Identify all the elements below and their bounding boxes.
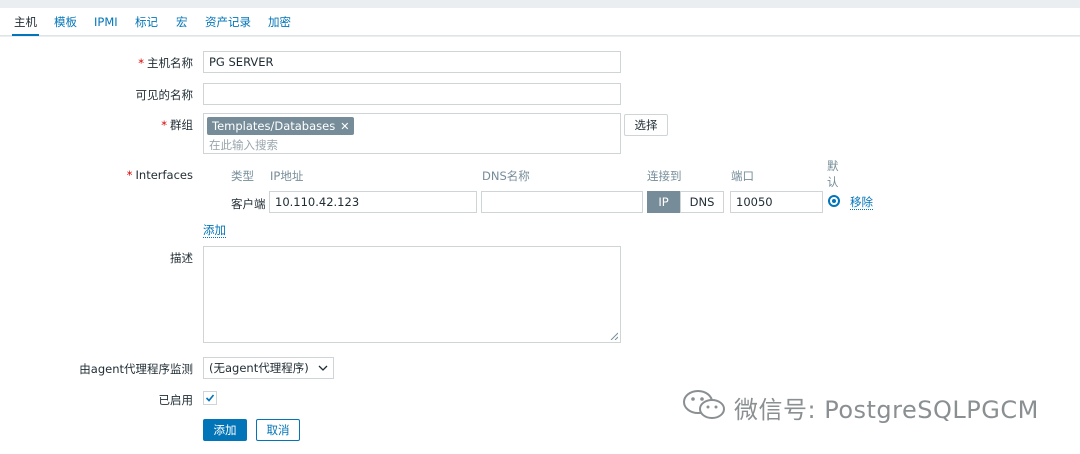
- groups-select-button[interactable]: 选择: [624, 114, 668, 136]
- group-chip: Templates/Databases ✕: [207, 117, 355, 135]
- chip-remove-icon[interactable]: ✕: [340, 120, 349, 133]
- tab-ipmi[interactable]: IPMI: [92, 8, 120, 36]
- interface-type: 客户端: [231, 197, 266, 211]
- interface-ip-input[interactable]: [269, 191, 477, 213]
- wechat-logo-icon: [683, 390, 725, 419]
- group-chip-label: Templates/Databases: [212, 119, 336, 133]
- groups-multiselect[interactable]: Templates/Databases ✕ 在此输入搜索: [203, 113, 621, 154]
- cancel-button[interactable]: 取消: [256, 419, 300, 441]
- tab-templates[interactable]: 模板: [52, 8, 79, 36]
- interfaces-header-connect: 连接到: [647, 169, 682, 183]
- groups-label: * 群组: [161, 118, 193, 132]
- description-label: 描述: [170, 251, 193, 265]
- enabled-label: 已启用: [158, 393, 194, 407]
- add-interface-link[interactable]: 添加: [203, 223, 226, 238]
- default-interface-radio[interactable]: [828, 195, 840, 207]
- interface-dns-input[interactable]: [481, 191, 643, 213]
- connect-dns-toggle[interactable]: DNS: [680, 191, 724, 213]
- host-name-label: * 主机名称: [138, 56, 193, 70]
- proxy-label: 由agent代理程序监测: [79, 362, 193, 376]
- enabled-checkbox[interactable]: [203, 391, 217, 405]
- connect-ip-toggle[interactable]: IP: [647, 191, 680, 213]
- interfaces-header-ip: IP地址: [270, 169, 304, 183]
- tab-encryption[interactable]: 加密: [266, 8, 293, 36]
- required-marker: *: [126, 168, 133, 182]
- required-marker: *: [138, 56, 144, 70]
- chevron-down-icon: [318, 365, 328, 371]
- required-marker: *: [161, 118, 167, 132]
- interfaces-header-port: 端口: [731, 169, 754, 183]
- interfaces-header-default: 默认: [827, 159, 839, 189]
- host-name-input[interactable]: [203, 51, 621, 73]
- tab-tags[interactable]: 标记: [133, 8, 160, 36]
- page: 主机 模板 IPMI 标记 宏 资产记录 加密 *主机名称 可见的名称 *群组 …: [0, 0, 1080, 454]
- resize-grip-icon[interactable]: [610, 332, 618, 340]
- proxy-select-value: (无agent代理程序): [209, 361, 309, 375]
- tab-macros[interactable]: 宏: [174, 8, 190, 36]
- proxy-select[interactable]: (无agent代理程序): [203, 357, 334, 379]
- watermark-text: 微信号: PostgreSQLPGCM: [734, 396, 1039, 424]
- tab-inventory[interactable]: 资产记录: [203, 8, 253, 36]
- visible-name-label: 可见的名称: [135, 88, 194, 102]
- interfaces-header-dns: DNS名称: [482, 169, 530, 183]
- top-strip: [0, 0, 1080, 8]
- add-button[interactable]: 添加: [203, 419, 247, 441]
- wechat-watermark: 微信号: PostgreSQLPGCM: [680, 384, 1070, 424]
- interface-port-input[interactable]: [730, 191, 823, 213]
- interfaces-header-type: 类型: [231, 169, 254, 183]
- checkmark-icon: [205, 394, 215, 402]
- interfaces-label: * Interfaces: [126, 168, 193, 182]
- tab-bar: 主机 模板 IPMI 标记 宏 资产记录 加密: [0, 8, 1080, 36]
- groups-search-placeholder[interactable]: 在此输入搜索: [209, 137, 278, 153]
- description-textarea[interactable]: [203, 246, 621, 343]
- remove-interface-link[interactable]: 移除: [850, 195, 873, 210]
- visible-name-input[interactable]: [203, 83, 621, 105]
- tab-host[interactable]: 主机: [12, 8, 39, 36]
